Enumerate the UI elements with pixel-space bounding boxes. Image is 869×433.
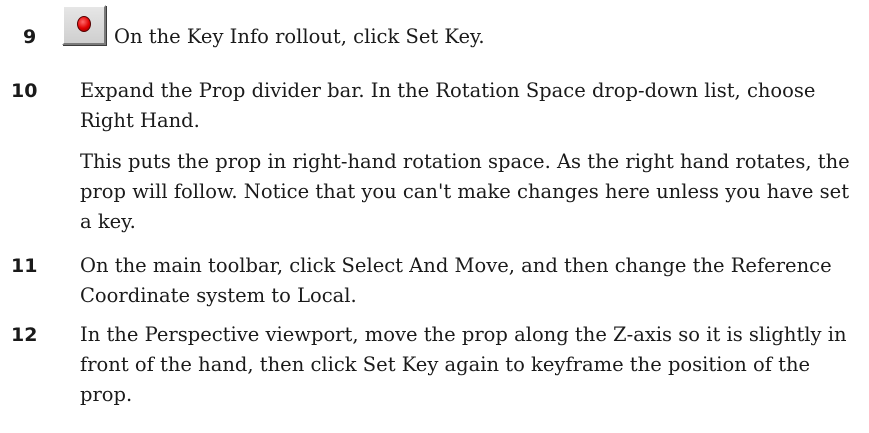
set-key-button[interactable] [62,5,106,45]
step-number: 9 [23,26,37,48]
step-text: Expand the Prop divider bar. In the Rota… [80,79,816,132]
step-text: On the main toolbar, click Select And Mo… [80,254,832,307]
step-text: On the Key Info rollout, click Set Key. [114,25,485,48]
set-key-icon [77,16,91,32]
step-text: In the Perspective viewport, move the pr… [80,323,847,406]
step-note: This puts the prop in right-hand rotatio… [80,150,850,233]
step-number: 12 [11,324,38,346]
step-number: 11 [11,255,38,277]
step-number: 10 [11,80,38,102]
